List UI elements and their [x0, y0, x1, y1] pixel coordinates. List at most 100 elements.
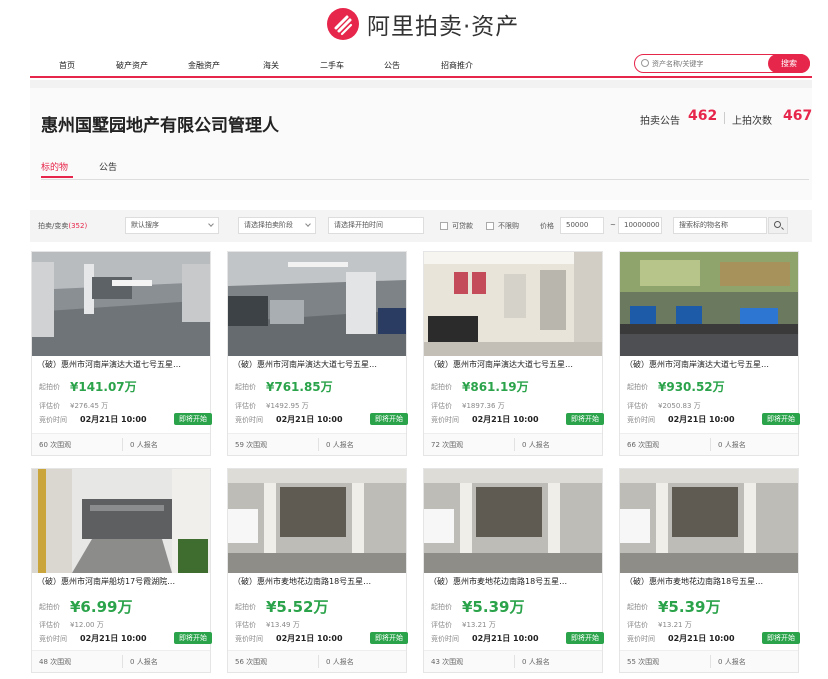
nav-item-bankruptcy[interactable]: 破产资产 — [116, 60, 148, 71]
tab-items[interactable]: 标的物 — [41, 160, 68, 173]
price-min-value: 50000 — [566, 221, 589, 229]
card-footer: 66 次围观 0 人报名 — [620, 433, 798, 455]
stage-select-value: 请选择拍卖阶段 — [244, 221, 293, 229]
loan-checkbox[interactable] — [440, 222, 448, 230]
eval-price-label: 评估价 — [627, 621, 648, 629]
start-price-label: 起拍价 — [627, 603, 648, 611]
item-photo[interactable] — [228, 469, 406, 573]
start-price-label: 起拍价 — [235, 383, 256, 391]
price-max-input[interactable]: 10000000 — [618, 217, 662, 234]
item-title[interactable]: （破）惠州市河南岸演达大道七号五星… — [233, 359, 403, 370]
item-photo[interactable] — [228, 252, 406, 356]
status-badge: 即将开始 — [762, 413, 800, 425]
start-time-placeholder: 请选择开拍时间 — [334, 221, 383, 229]
signup-count: 0 人报名 — [326, 658, 354, 666]
eval-price-label: 评估价 — [39, 402, 60, 410]
auction-notice-label: 拍卖公告 — [640, 116, 680, 127]
visit-count: 43 次围观 — [431, 658, 464, 666]
nav-item-finance[interactable]: 金融资产 — [188, 60, 220, 71]
nav-item-promotion[interactable]: 招商推介 — [441, 60, 473, 71]
hammer-logo-icon — [327, 8, 359, 40]
filter-search-button[interactable] — [768, 217, 788, 234]
item-photo[interactable] — [620, 252, 798, 356]
auction-time-label: 竞价时间 — [39, 416, 67, 424]
nav-item-notice[interactable]: 公告 — [384, 60, 400, 71]
item-title[interactable]: （破）惠州市麦地花边南路18号五星… — [233, 576, 403, 587]
auction-item-card[interactable]: （破）惠州市河南岸演达大道七号五星… 起拍价 ¥761.85万 评估价 ¥149… — [227, 251, 408, 456]
search-input[interactable] — [652, 57, 762, 70]
auction-item-card[interactable]: （破）惠州市麦地花边南路18号五星… 起拍价 ¥5.39万 评估价 ¥13.21… — [619, 468, 800, 673]
no-limit-label: 不限购 — [498, 222, 519, 230]
visit-count: 55 次围观 — [627, 658, 660, 666]
tab-bar: 标的物 公告 — [41, 158, 809, 180]
nav-item-customs[interactable]: 海关 — [263, 60, 279, 71]
auction-item-card[interactable]: （破）惠州市麦地花边南路18号五星… 起拍价 ¥5.52万 评估价 ¥13.49… — [227, 468, 408, 673]
auction-date: 02月21日 10:00 — [668, 634, 735, 643]
auction-item-card[interactable]: （破）惠州市河南岸船坊17号霞湖院… 起拍价 ¥6.99万 评估价 ¥12.00… — [31, 468, 212, 673]
item-photo[interactable] — [424, 252, 602, 356]
auction-date: 02月21日 10:00 — [668, 415, 735, 424]
sort-select[interactable]: 默认搜序 — [125, 217, 219, 234]
auction-item-card[interactable]: （破）惠州市河南岸演达大道七号五星… 起拍价 ¥141.07万 评估价 ¥276… — [31, 251, 212, 456]
item-title[interactable]: （破）惠州市河南岸演达大道七号五星… — [625, 359, 795, 370]
eval-price-label: 评估价 — [431, 402, 452, 410]
item-title[interactable]: （破）惠州市河南岸演达大道七号五星… — [37, 359, 207, 370]
eval-price-label: 评估价 — [235, 621, 256, 629]
start-time-input[interactable]: 请选择开拍时间 — [328, 217, 424, 234]
status-badge: 即将开始 — [762, 632, 800, 644]
start-price-label: 起拍价 — [39, 383, 60, 391]
item-photo[interactable] — [32, 469, 210, 573]
start-price: ¥5.39万 — [658, 598, 721, 616]
eval-price-label: 评估价 — [39, 621, 60, 629]
category-filter[interactable]: 拍卖/变卖(352) — [38, 221, 87, 231]
price-min-input[interactable]: 50000 — [560, 217, 604, 234]
item-photo[interactable] — [424, 469, 602, 573]
eval-price: ¥1492.95 万 — [266, 402, 309, 410]
auction-times-label: 上拍次数 — [732, 116, 772, 127]
stage-select[interactable]: 请选择拍卖阶段 — [238, 217, 316, 234]
auction-time-label: 竞价时间 — [627, 635, 655, 643]
eval-price: ¥12.00 万 — [70, 621, 104, 629]
signup-count: 0 人报名 — [718, 441, 746, 449]
auction-item-card[interactable]: （破）惠州市河南岸演达大道七号五星… 起拍价 ¥861.19万 评估价 ¥189… — [423, 251, 604, 456]
item-title[interactable]: （破）惠州市麦地花边南路18号五星… — [625, 576, 795, 587]
no-limit-checkbox[interactable] — [486, 222, 494, 230]
signup-count: 0 人报名 — [718, 658, 746, 666]
item-photo[interactable] — [32, 252, 210, 356]
status-badge: 即将开始 — [370, 632, 408, 644]
nav-item-used-car[interactable]: 二手车 — [320, 60, 344, 71]
item-title[interactable]: （破）惠州市河南岸船坊17号霞湖院… — [37, 576, 207, 587]
auction-date: 02月21日 10:00 — [80, 634, 147, 643]
category-count: (352) — [68, 222, 88, 230]
item-title[interactable]: （破）惠州市麦地花边南路18号五星… — [429, 576, 599, 587]
auction-item-card[interactable]: （破）惠州市麦地花边南路18号五星… 起拍价 ¥5.39万 评估价 ¥13.21… — [423, 468, 604, 673]
auction-times-count: 467 — [783, 108, 813, 124]
card-footer: 48 次围观 0 人报名 — [32, 650, 210, 672]
site-logo[interactable]: 阿里拍卖·资产 — [327, 7, 519, 41]
active-tab-indicator — [41, 176, 73, 178]
visit-count: 48 次围观 — [39, 658, 72, 666]
search-button[interactable]: 搜索 — [768, 54, 810, 73]
item-photo[interactable] — [620, 469, 798, 573]
auction-item-card[interactable]: （破）惠州市河南岸演达大道七号五星… 起拍价 ¥930.52万 评估价 ¥205… — [619, 251, 800, 456]
auction-date: 02月21日 10:00 — [472, 634, 539, 643]
item-name-search-input[interactable]: 搜索标的物名称 — [673, 217, 767, 234]
card-footer: 56 次围观 0 人报名 — [228, 650, 406, 672]
status-badge: 即将开始 — [370, 413, 408, 425]
tab-notice[interactable]: 公告 — [99, 160, 117, 173]
price-label: 价格 — [540, 222, 554, 230]
eval-price-label: 评估价 — [235, 402, 256, 410]
signup-count: 0 人报名 — [130, 658, 158, 666]
card-footer: 55 次围观 0 人报名 — [620, 650, 798, 672]
nav-item-home[interactable]: 首页 — [59, 60, 75, 71]
visit-count: 72 次围观 — [431, 441, 464, 449]
stat-divider — [724, 112, 725, 124]
chevron-down-icon — [208, 221, 214, 227]
logo-text: 阿里拍卖·资产 — [367, 14, 520, 40]
start-price-label: 起拍价 — [235, 603, 256, 611]
item-title[interactable]: （破）惠州市河南岸演达大道七号五星… — [429, 359, 599, 370]
auction-time-label: 竞价时间 — [39, 635, 67, 643]
site-search: 搜索 — [634, 54, 810, 73]
signup-count: 0 人报名 — [130, 441, 158, 449]
eval-price-label: 评估价 — [431, 621, 452, 629]
